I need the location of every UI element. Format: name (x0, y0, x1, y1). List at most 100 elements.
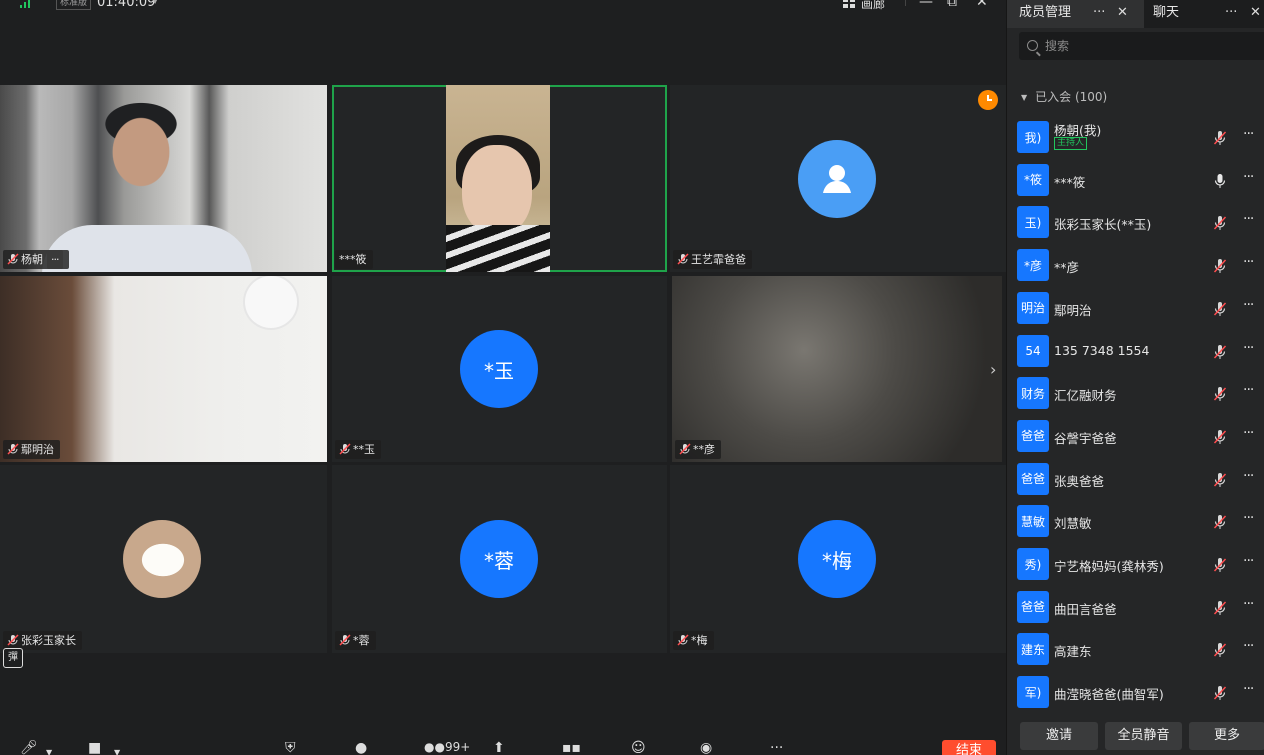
more-icon[interactable]: ··· (1243, 425, 1254, 441)
minimize-icon[interactable]: — (919, 0, 933, 10)
reaction-icon[interactable]: ☺ (631, 740, 646, 755)
mic-icon[interactable] (1213, 173, 1227, 189)
video-tile[interactable]: **彦 (672, 276, 1002, 462)
video-tile[interactable]: *蓉 *蓉 (332, 465, 667, 653)
member-name: 135 7348 1554 (1054, 342, 1150, 358)
member-row[interactable]: *彦 **彦 ··· (1007, 246, 1264, 286)
member-name: 鄢明治 (1054, 302, 1092, 318)
member-row[interactable]: *筱 ***筱 ··· (1007, 161, 1264, 201)
more-icon[interactable]: ··· (1243, 553, 1254, 569)
share-screen-icon[interactable]: ⬆ (493, 740, 505, 755)
close-icon[interactable]: ✕ (976, 0, 988, 10)
more-icon[interactable]: ··· (47, 250, 63, 269)
camera-icon[interactable]: ■ (88, 740, 101, 755)
mic-off-icon[interactable] (1213, 386, 1227, 402)
participant-video (245, 276, 297, 328)
more-icon[interactable]: ··· (1243, 468, 1254, 484)
member-group-header[interactable]: ▼ 已入会 (100) (1021, 88, 1107, 105)
security-icon[interactable]: ⛨ (285, 740, 296, 755)
chevron-down-icon[interactable]: ▼ (152, 0, 158, 5)
mic-off-icon[interactable] (1213, 130, 1227, 146)
video-tile-active-speaker[interactable]: ***筱 (332, 85, 667, 272)
member-row[interactable]: 爸爸 曲田言爸爸 ··· (1007, 588, 1264, 628)
video-tile[interactable]: 杨朝 ··· (0, 85, 327, 272)
more-icon[interactable]: ··· (1243, 211, 1254, 227)
tile-name-label: ***筱 (335, 250, 373, 269)
video-tile[interactable]: *玉 **玉 (332, 276, 667, 462)
chevron-down-icon[interactable]: ▼ (46, 748, 52, 755)
mic-off-icon[interactable] (1213, 600, 1227, 616)
member-avatar: 爸爸 (1017, 462, 1049, 495)
video-tile[interactable]: 王艺霏爸爸 (670, 85, 1006, 272)
close-icon[interactable]: ✕ (1250, 0, 1261, 26)
more-icon[interactable]: ··· (1243, 638, 1254, 654)
gallery-layout-button[interactable]: 画廊 (843, 0, 885, 12)
mic-off-icon[interactable] (1213, 344, 1227, 360)
more-icon[interactable]: ··· (1243, 169, 1254, 185)
bottom-toolbar: 🎤︎ ▼ ■ ▼ ⛨ ● ●●99+ ⬆ ▪▪ ☺ ◉ ··· (0, 738, 1006, 755)
mute-all-button[interactable]: 全员静音 (1105, 722, 1182, 750)
member-row[interactable]: 秀) 宁艺格妈妈(龚林秀) ··· (1007, 545, 1264, 585)
member-row[interactable]: 明治 鄢明治 ··· (1007, 289, 1264, 329)
member-row[interactable]: 军) 曲滢晓爸爸(曲智军) ··· (1007, 673, 1264, 713)
record-icon[interactable]: ◉ (700, 740, 712, 755)
member-avatar: 54 (1017, 334, 1049, 367)
member-row[interactable]: 我) 杨朝(我) 主持人 ··· (1007, 118, 1264, 158)
next-page-icon[interactable]: › (990, 360, 996, 379)
subtitle-icon[interactable]: 彈 (3, 648, 23, 668)
video-tile[interactable]: *梅 *梅 (670, 465, 1006, 653)
mic-off-icon[interactable] (1213, 429, 1227, 445)
collapse-icon: ▼ (1021, 93, 1028, 102)
tab-members[interactable]: 成员管理 ··· ✕ (1007, 0, 1144, 28)
more-icon[interactable]: ··· (1225, 0, 1237, 26)
member-row[interactable]: 爸爸 张奥爸爸 ··· (1007, 460, 1264, 500)
end-meeting-button[interactable]: 结束 (942, 740, 996, 755)
mic-off-icon[interactable] (1213, 642, 1227, 658)
close-icon[interactable]: ✕ (1117, 0, 1128, 26)
more-icon[interactable]: ··· (1243, 254, 1254, 270)
tab-chat[interactable]: 聊天 ··· ✕ (1144, 0, 1264, 28)
apps-icon[interactable]: ▪▪ (562, 740, 581, 755)
mic-off-icon[interactable] (1213, 514, 1227, 530)
member-row[interactable]: 玉) 张彩玉家长(**玉) ··· (1007, 203, 1264, 243)
member-avatar: 明治 (1017, 291, 1049, 324)
member-row[interactable]: 财务 汇亿融财务 ··· (1007, 374, 1264, 414)
restore-icon[interactable]: ⧉ (947, 0, 957, 10)
grid-icon (843, 0, 855, 8)
mic-off-icon[interactable]: 🎤︎ (20, 740, 38, 755)
more-button[interactable]: 更多 (1189, 722, 1264, 750)
mic-off-icon[interactable] (1213, 258, 1227, 274)
search-input[interactable]: 搜索 (1019, 32, 1264, 60)
quality-badge: 标准版 (56, 0, 92, 10)
more-icon[interactable]: ··· (1243, 126, 1254, 142)
mic-off-icon[interactable] (1213, 685, 1227, 701)
more-icon[interactable]: ··· (1243, 681, 1254, 697)
member-avatar: 爸爸 (1017, 590, 1049, 623)
more-icon[interactable]: ··· (1243, 596, 1254, 612)
mic-off-icon[interactable] (1213, 472, 1227, 488)
more-icon[interactable]: ··· (770, 740, 783, 755)
member-name: 张彩玉家长(**玉) (1054, 217, 1152, 233)
invite-button[interactable]: 邀请 (1020, 722, 1098, 750)
member-row[interactable]: 建东 高建东 ··· (1007, 630, 1264, 670)
more-icon[interactable]: ··· (1093, 0, 1105, 26)
more-icon[interactable]: ··· (1243, 297, 1254, 313)
member-row[interactable]: 慧敏 刘慧敏 ··· (1007, 502, 1264, 542)
mic-off-icon[interactable] (1213, 215, 1227, 231)
video-tile[interactable]: 鄢明治 (0, 276, 327, 462)
mic-off-icon[interactable] (1213, 557, 1227, 573)
more-icon[interactable]: ··· (1243, 382, 1254, 398)
more-icon[interactable]: ··· (1243, 340, 1254, 356)
members-icon[interactable]: ● (355, 740, 367, 755)
mic-off-icon[interactable] (1213, 301, 1227, 317)
more-icon[interactable]: ··· (1243, 510, 1254, 526)
chevron-down-icon[interactable]: ▼ (114, 748, 120, 755)
mic-off-icon (339, 634, 351, 646)
clock-icon[interactable] (978, 90, 998, 110)
participants-button[interactable]: ●●99+ (424, 740, 470, 754)
member-row[interactable]: 爸爸 谷謦宇爸爸 ··· (1007, 417, 1264, 457)
mic-off-icon (339, 443, 351, 455)
member-row[interactable]: 54 135 7348 1554 ··· (1007, 332, 1264, 372)
mic-off-icon (679, 443, 691, 455)
member-avatar: 建东 (1017, 633, 1049, 666)
